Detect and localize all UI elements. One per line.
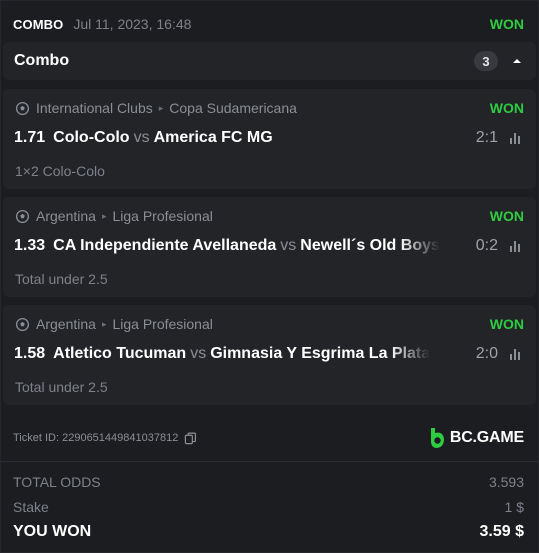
- copy-icon[interactable]: [184, 432, 197, 445]
- bar-chart-icon[interactable]: [510, 348, 524, 360]
- market-label: Total under 2.5: [15, 271, 108, 287]
- total-odds-row: TOTAL ODDS 3.593: [13, 473, 524, 491]
- match-score: 2:0: [475, 345, 498, 362]
- brand: BC.GAME: [429, 427, 524, 449]
- total-odds-value: 3.593: [488, 474, 524, 490]
- payout-label: YOU WON: [13, 523, 92, 540]
- separator-icon: ▸: [101, 318, 107, 329]
- home-team[interactable]: Colo-Colo: [53, 129, 129, 147]
- combo-toggle[interactable]: Combo 3: [3, 42, 536, 80]
- caret-up-icon[interactable]: [510, 54, 524, 68]
- stake-label: Stake: [13, 499, 49, 515]
- league-name: Copa Sudamericana: [169, 100, 297, 116]
- home-team[interactable]: Atletico Tucuman: [53, 345, 186, 362]
- selection-result: WON: [489, 100, 524, 116]
- league-name: Liga Profesional: [112, 316, 213, 332]
- bet-slip-card: COMBO Jul 11, 2023, 16:48 WON Combo 3 In…: [0, 0, 539, 553]
- match-row: 1.71 Colo-Colo vs America FC MG 2:1: [14, 128, 524, 148]
- teams: Atletico Tucuman vs Gimnasia Y Esgrima La …: [53, 345, 431, 363]
- vs-label: vs: [280, 237, 297, 254]
- market-label: 1×2 Colo-Colo: [15, 163, 105, 179]
- match-score: 0:2: [475, 237, 498, 254]
- total-odds-label: TOTAL ODDS: [13, 474, 101, 490]
- away-team[interactable]: America FC MG: [154, 129, 273, 147]
- match-score: 2:1: [475, 129, 498, 146]
- region-name: Argentina: [36, 316, 96, 332]
- payout-value: 3.59 $: [479, 523, 524, 540]
- league-name: Liga Profesional: [112, 208, 213, 224]
- selection-card: Argentina ▸ Liga Profesional WON 1.58 At…: [3, 305, 536, 405]
- ticket-row: Ticket ID: 2290651449841037812 BC.GAME: [13, 425, 524, 451]
- combo-title: Combo: [14, 52, 70, 69]
- soccer-ball-icon: [15, 101, 30, 115]
- teams: CA Independiente Avellaneda vs Newell´s Ol…: [53, 237, 440, 255]
- stake-value: 1 $: [504, 499, 524, 515]
- divider: [1, 461, 538, 462]
- bet-date: Jul 11, 2023, 16:48: [73, 16, 192, 32]
- ticket-id: Ticket ID: 2290651449841037812: [13, 432, 179, 444]
- soccer-ball-icon: [15, 317, 30, 331]
- brand-name: BC.GAME: [449, 429, 524, 446]
- selection-odds: 1.33: [14, 237, 46, 254]
- bc-game-logo: [430, 428, 444, 448]
- home-team[interactable]: CA Independiente Avellaneda: [53, 237, 276, 254]
- payout-row: YOU WON 3.59 $: [13, 522, 524, 542]
- bar-chart-icon[interactable]: [510, 240, 524, 252]
- selection-card: Argentina ▸ Liga Profesional WON 1.33 CA…: [3, 197, 536, 297]
- region-name: International Clubs: [36, 100, 153, 116]
- league-row: International Clubs ▸ Copa Sudamericana …: [15, 100, 524, 116]
- selection-odds: 1.71: [14, 129, 46, 146]
- selection-card: International Clubs ▸ Copa Sudamericana …: [3, 89, 536, 189]
- text-fade: [399, 237, 440, 255]
- stake-row: Stake 1 $: [13, 498, 524, 516]
- selection-odds: 1.58: [14, 345, 46, 362]
- market-label: Total under 2.5: [15, 379, 108, 395]
- selection-result: WON: [489, 208, 524, 224]
- soccer-ball-icon: [15, 209, 30, 223]
- region-name: Argentina: [36, 208, 96, 224]
- slip-header: COMBO Jul 11, 2023, 16:48 WON: [13, 15, 524, 33]
- bar-chart-icon[interactable]: [510, 132, 524, 144]
- vs-label: vs: [133, 129, 150, 146]
- match-row: 1.33 CA Independiente Avellaneda vs Newell…: [14, 236, 524, 256]
- bet-status-badge: WON: [489, 16, 524, 32]
- bet-type-label: COMBO: [13, 16, 64, 32]
- separator-icon: ▸: [101, 210, 107, 221]
- league-row: Argentina ▸ Liga Profesional WON: [15, 316, 524, 332]
- match-row: 1.58 Atletico Tucuman vs Gimnasia Y Esgrim…: [14, 344, 524, 364]
- league-row: Argentina ▸ Liga Profesional WON: [15, 208, 524, 224]
- separator-icon: ▸: [158, 102, 164, 113]
- vs-label: vs: [190, 345, 207, 362]
- text-fade: [390, 345, 431, 363]
- selection-result: WON: [489, 316, 524, 332]
- selection-count-badge: 3: [474, 51, 498, 71]
